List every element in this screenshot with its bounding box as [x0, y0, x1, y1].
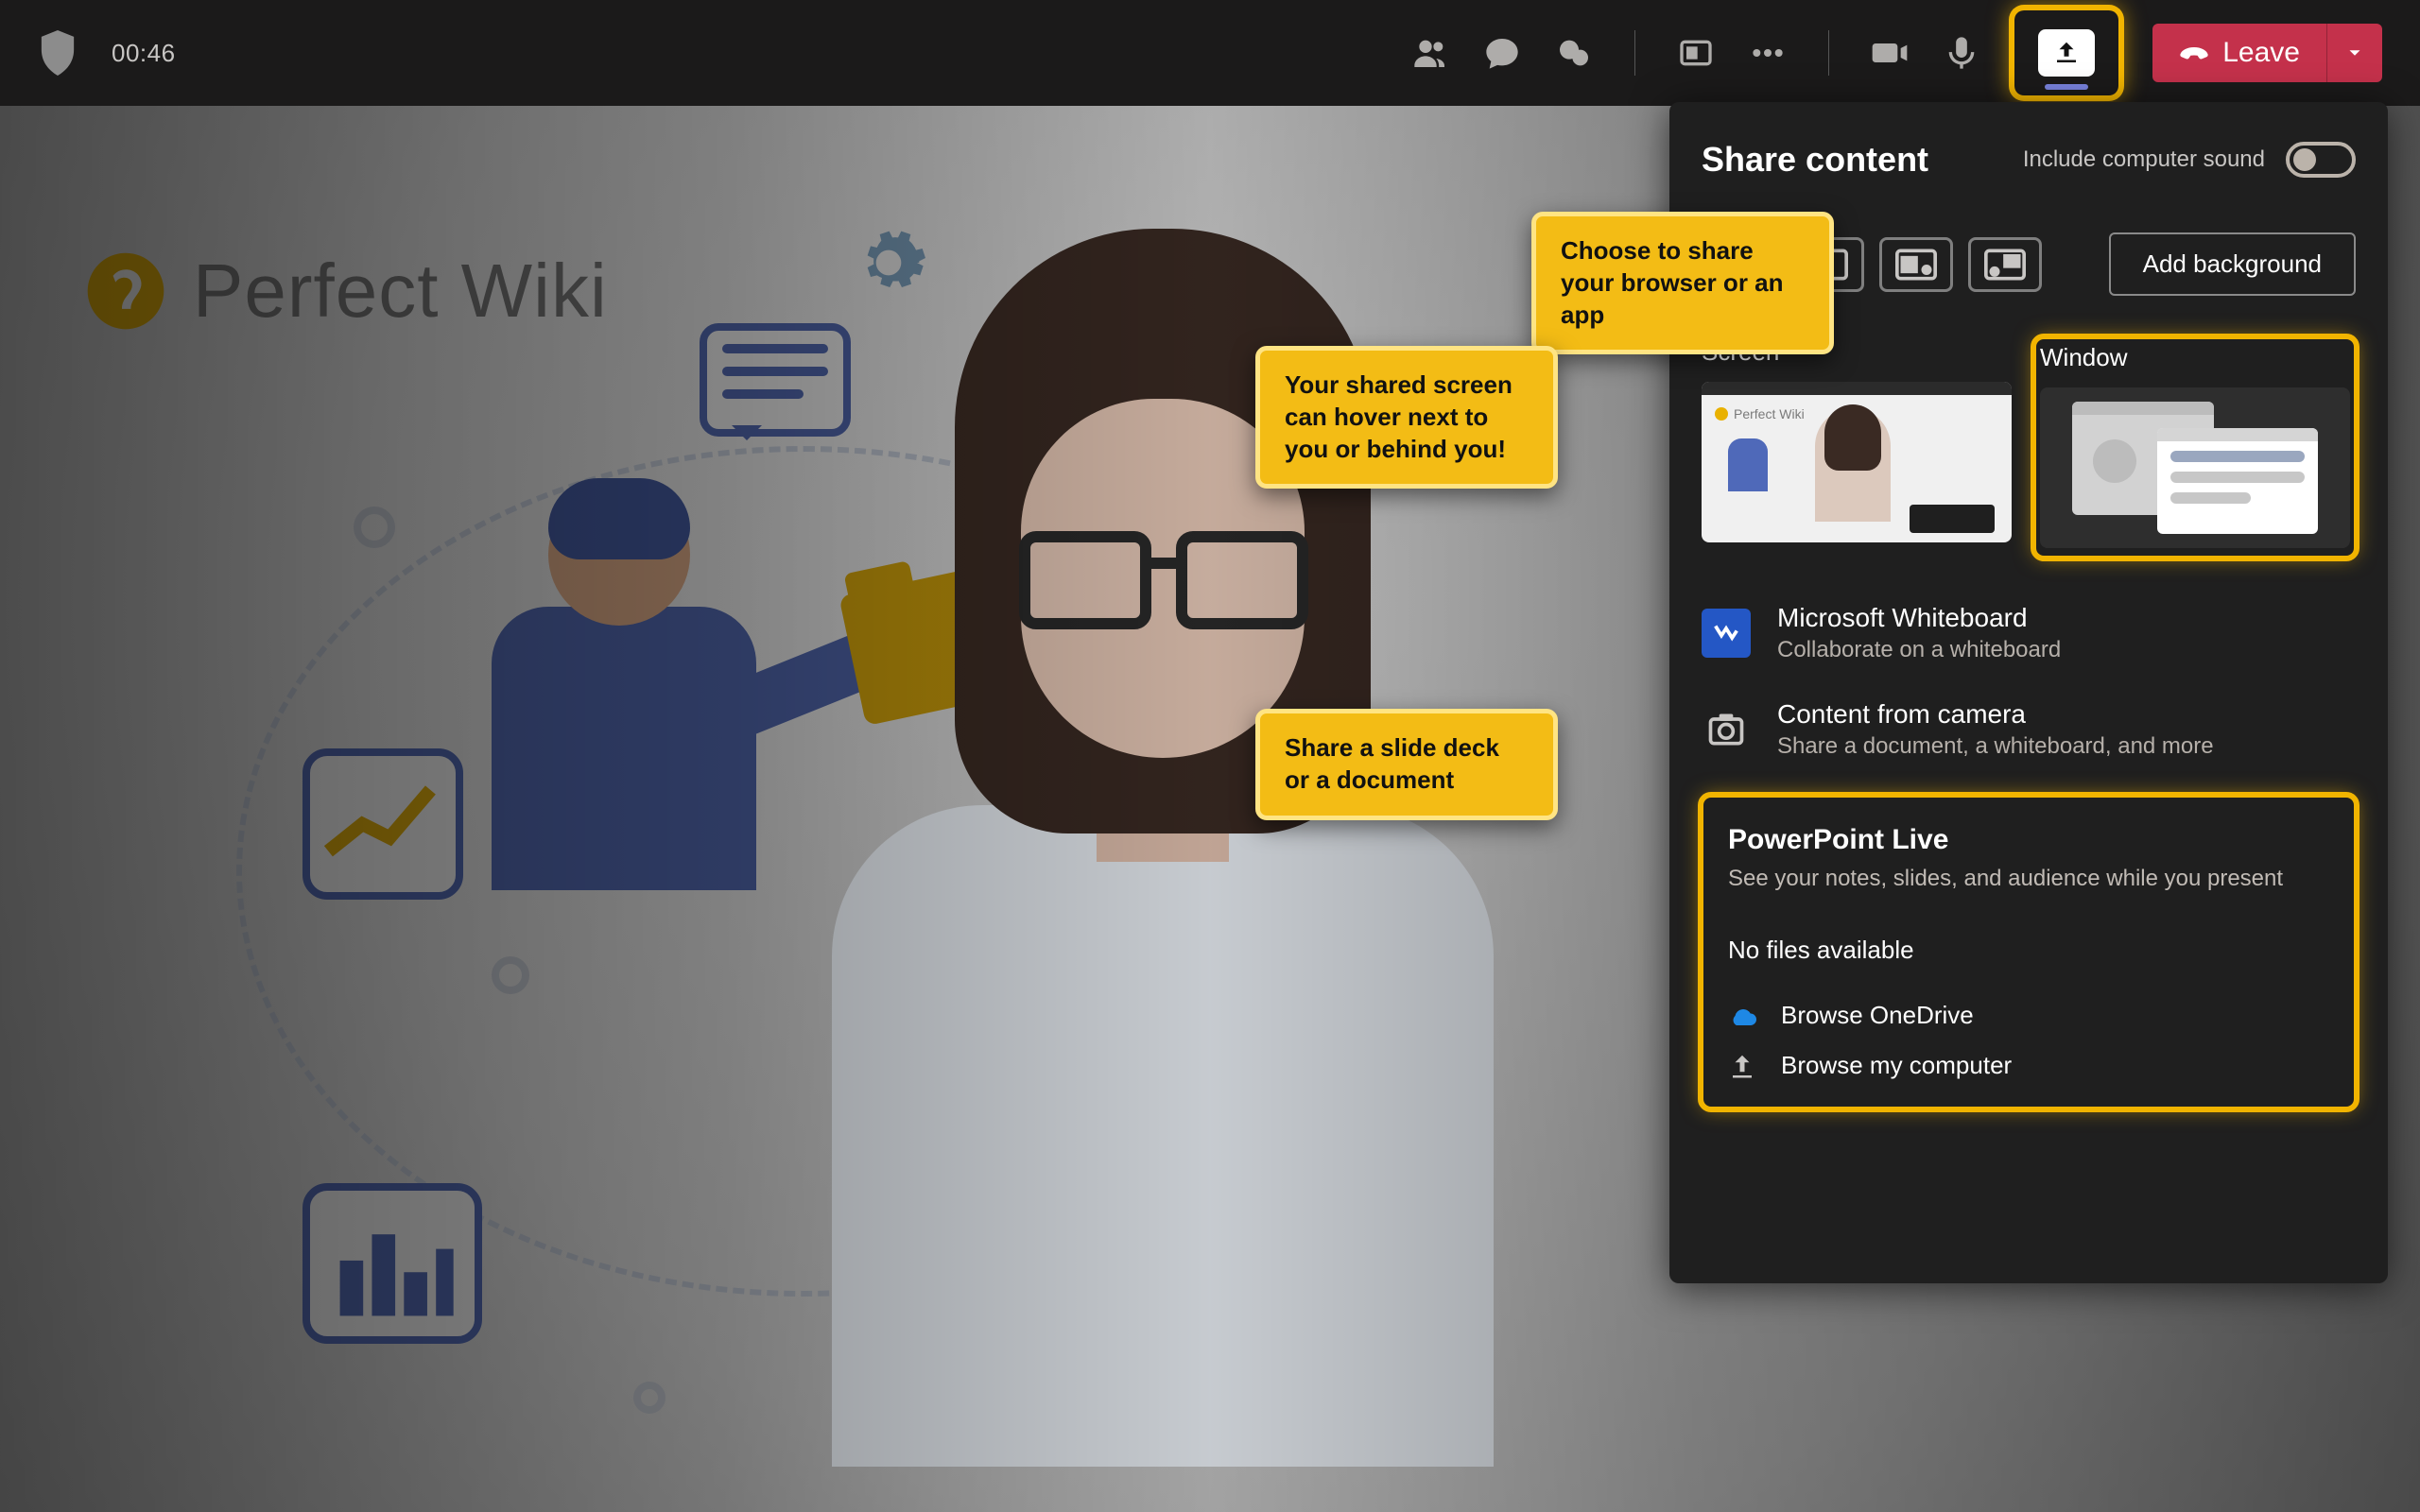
ppt-subtitle: See your notes, slides, and audience whi… [1728, 866, 2329, 892]
share-window-card[interactable]: Window [2034, 337, 2356, 558]
whiteboard-icon [1702, 609, 1751, 658]
include-sound-label: Include computer sound [2023, 146, 2265, 173]
powerpoint-live-section: PowerPoint Live See your notes, slides, … [1702, 796, 2356, 1108]
share-content-button[interactable] [2014, 10, 2118, 95]
chat-icon[interactable] [1483, 34, 1521, 72]
topbar-right-cluster: Leave [1411, 10, 2382, 95]
perfect-wiki-brand: Perfect Wiki [193, 248, 608, 335]
browse-onedrive[interactable]: Browse OneDrive [1728, 1001, 2329, 1030]
content-camera-title: Content from camera [1777, 699, 2214, 730]
browse-computer-label: Browse my computer [1781, 1051, 2012, 1080]
ppt-title: PowerPoint Live [1728, 824, 2329, 856]
whiteboard-title: Microsoft Whiteboard [1777, 603, 2061, 633]
leave-label: Leave [2222, 37, 2300, 69]
perfect-wiki-logo: Perfect Wiki [85, 248, 608, 335]
divider [1828, 30, 1829, 76]
share-screen-card[interactable]: Screen Perfect Wiki [1702, 337, 2012, 558]
ppt-no-files: No files available [1728, 936, 2329, 965]
add-background-button[interactable]: Add background [2109, 232, 2356, 296]
callout-slide-deck: Share a slide deck or a document [1255, 709, 1558, 820]
whiteboard-row[interactable]: Microsoft Whiteboard Collaborate on a wh… [1702, 603, 2356, 663]
presenter-mode-reporter[interactable] [1968, 237, 2042, 292]
screen-thumbnail: Perfect Wiki [1702, 382, 2012, 542]
callout-choose-window: Choose to share your browser or an app [1531, 212, 1834, 354]
browse-onedrive-label: Browse OneDrive [1781, 1001, 1974, 1030]
include-sound-row: Include computer sound [2023, 142, 2356, 178]
camera-icon[interactable] [1871, 34, 1909, 72]
call-duration: 00:46 [112, 39, 176, 68]
content-camera-subtitle: Share a document, a whiteboard, and more [1777, 733, 2214, 760]
meeting-topbar: 00:46 Leave [0, 0, 2420, 106]
participants-icon[interactable] [1411, 34, 1449, 72]
leave-button-group: Leave [2152, 24, 2382, 82]
rooms-icon[interactable] [1677, 34, 1715, 72]
panel-title: Share content [1702, 140, 1928, 180]
leave-dropdown[interactable] [2326, 24, 2382, 82]
upload-icon [1728, 1052, 1756, 1080]
mic-icon[interactable] [1943, 34, 1980, 72]
browse-computer[interactable]: Browse my computer [1728, 1051, 2329, 1080]
reactions-icon[interactable] [1555, 34, 1593, 72]
bar-chart-card-icon [302, 1183, 482, 1344]
topbar-left-cluster: 00:46 [38, 30, 176, 76]
presenter-mode-side-by-side[interactable] [1879, 237, 1953, 292]
divider [1634, 30, 1635, 76]
window-thumbnail [2040, 387, 2350, 548]
more-icon[interactable] [1749, 34, 1787, 72]
include-sound-toggle[interactable] [2286, 142, 2356, 178]
content-camera-icon [1702, 705, 1751, 754]
callout-hover-screen: Your shared screen can hover next to you… [1255, 346, 1558, 489]
shield-icon [38, 30, 78, 76]
onedrive-icon [1728, 1002, 1756, 1030]
whiteboard-subtitle: Collaborate on a whiteboard [1777, 637, 2061, 663]
share-window-label: Window [2040, 343, 2350, 372]
content-from-camera-row[interactable]: Content from camera Share a document, a … [1702, 699, 2356, 760]
leave-button[interactable]: Leave [2152, 24, 2326, 82]
